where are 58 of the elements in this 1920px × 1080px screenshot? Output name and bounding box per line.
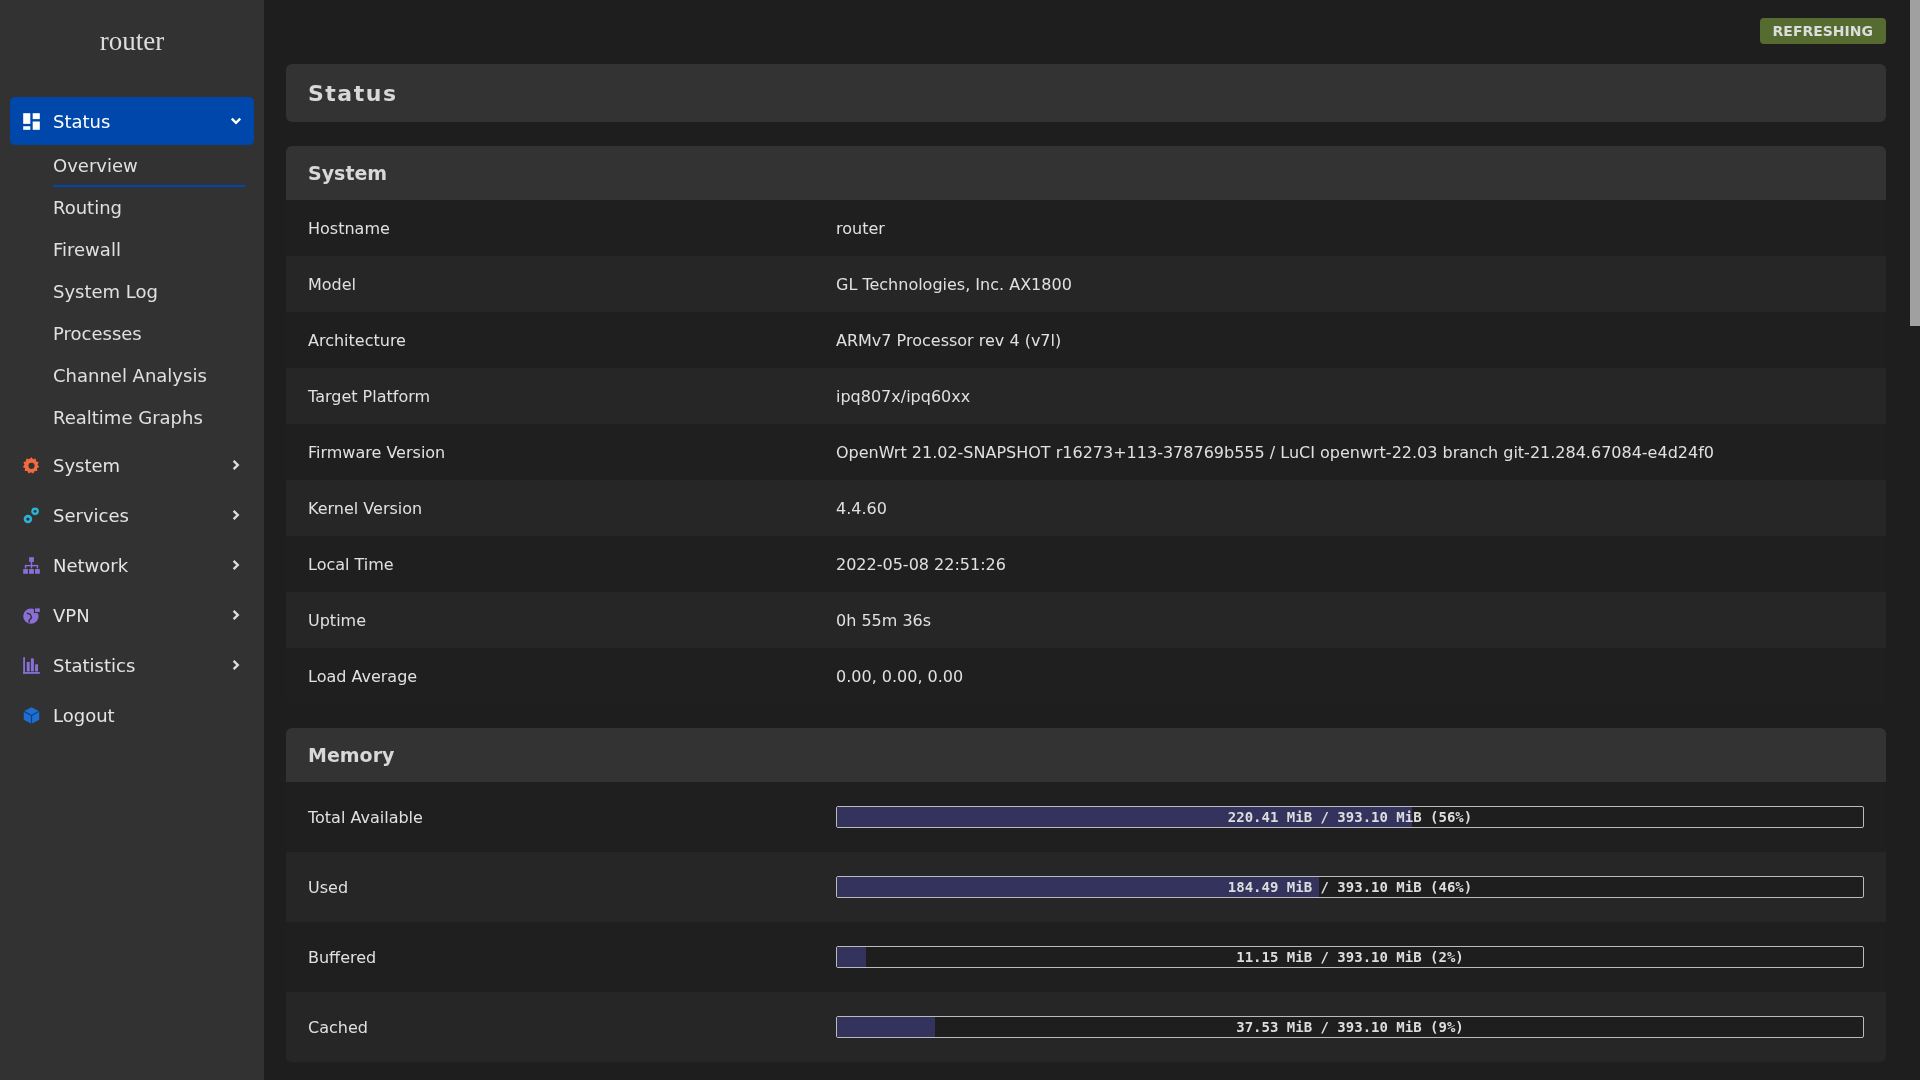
submenu-item[interactable]: Realtime Graphs [53, 399, 203, 439]
section-title: System [286, 146, 1886, 200]
nav-item[interactable]: Services [10, 491, 254, 539]
refreshing-badge: REFRESHING [1759, 18, 1886, 44]
globe-icon [22, 605, 41, 625]
progress-reading: 184.49 MiB / 393.10 MiB (46%) [1227, 879, 1473, 895]
field-label: Cached [308, 1017, 369, 1037]
field-label: Uptime [308, 610, 367, 630]
progress-reading: 220.41 MiB / 393.10 MiB (56%) [1227, 809, 1473, 825]
cube-icon [22, 705, 41, 725]
submenu-item[interactable]: Firewall [53, 231, 121, 271]
submenu-item[interactable]: Channel Analysis [53, 357, 207, 397]
field-label: Load Average [308, 666, 419, 686]
submenu-item[interactable]: System Log [53, 273, 158, 313]
field-label: Model [308, 274, 358, 294]
nav-item[interactable]: Statistics [10, 641, 254, 689]
field-value: GL Technologies, Inc. AX1800 [836, 274, 1072, 294]
field-label: Total Available [308, 807, 424, 827]
field-value: 4.4.60 [836, 498, 887, 518]
chevron-right-icon [230, 559, 242, 571]
gears-icon [22, 505, 41, 525]
field-label: Used [308, 877, 350, 897]
field-label: Buffered [308, 947, 378, 967]
network-icon [22, 555, 41, 575]
submenu-item[interactable]: Processes [53, 315, 142, 355]
nav-item[interactable]: VPN [10, 591, 254, 639]
submenu-item[interactable]: Overview [53, 147, 245, 187]
section-title: Memory [286, 728, 1886, 782]
nav-item[interactable]: Status [10, 97, 254, 145]
chevron-down-icon [230, 115, 242, 127]
field-value: OpenWrt 21.02-SNAPSHOT r16273+113-378769b555 / LuCI openwrt-22.03 branch git-21.284.67084-e4d24f0 [836, 442, 1714, 462]
nav-item[interactable]: Logout [10, 691, 254, 739]
field-value: 0.00, 0.00, 0.00 [836, 666, 964, 686]
chevron-right-icon [230, 609, 242, 621]
nav-item[interactable]: System [10, 441, 254, 489]
field-value: ARMv7 Processor rev 4 (v7l) [836, 330, 1062, 350]
dashboard-icon [22, 111, 41, 131]
field-value: ipq807x/ipq60xx [836, 386, 971, 406]
chevron-right-icon [230, 509, 242, 521]
field-value: 0h 55m 36s [836, 610, 932, 630]
field-label: Firmware Version [308, 442, 447, 462]
logo: router [98, 25, 166, 58]
submenu-item[interactable]: Routing [53, 189, 122, 229]
bar-chart-icon [22, 655, 41, 675]
field-label: Local Time [308, 554, 395, 574]
field-value: 2022-05-08 22:51:26 [836, 554, 1006, 574]
progress-reading: 37.53 MiB / 393.10 MiB (9%) [1236, 1019, 1464, 1035]
field-label: Target Platform [308, 386, 432, 406]
progress-reading: 11.15 MiB / 393.10 MiB (2%) [1236, 949, 1464, 965]
field-label: Kernel Version [308, 498, 424, 518]
nav-item[interactable]: Network [10, 541, 254, 589]
field-label: Hostname [308, 218, 391, 238]
chevron-right-icon [230, 659, 242, 671]
field-label: Architecture [308, 330, 407, 350]
gear-icon [22, 455, 41, 475]
chevron-right-icon [230, 459, 242, 471]
field-value: router [836, 218, 885, 238]
page-title: Status [308, 80, 398, 106]
